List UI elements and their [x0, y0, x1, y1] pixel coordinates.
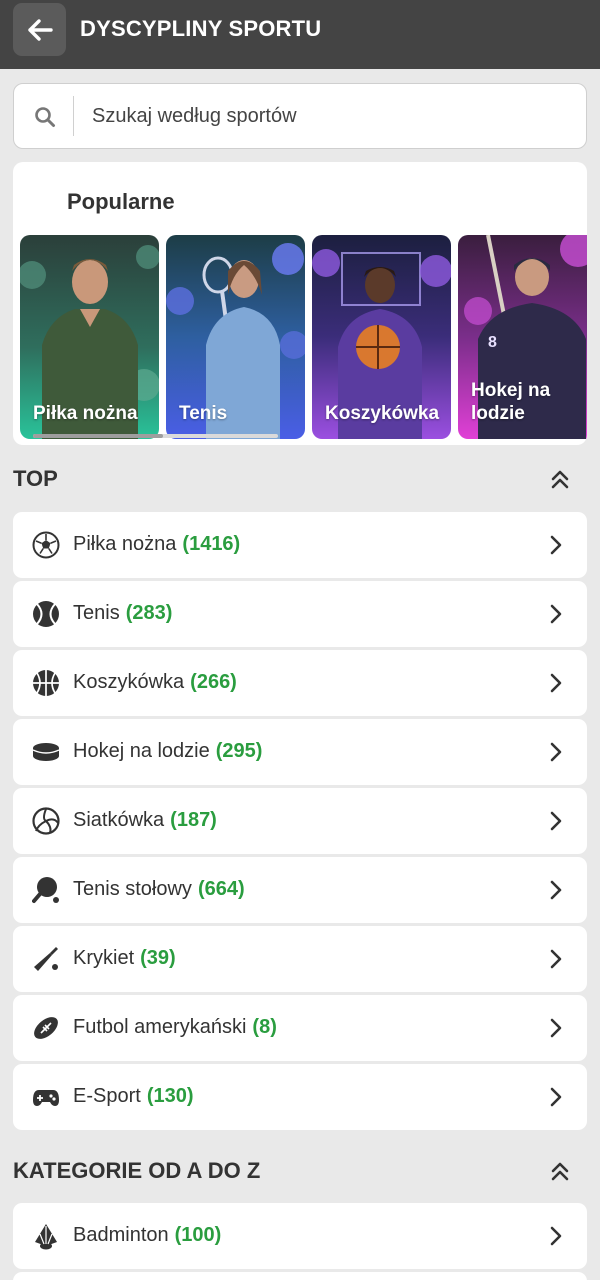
- popular-card-basketball[interactable]: Koszykówka: [312, 235, 451, 439]
- sport-count: (100): [174, 1224, 222, 1246]
- chevron-right-icon: [550, 1226, 562, 1246]
- page-title: DYSCYPLINY SPORTU: [80, 16, 322, 41]
- sport-row-esport[interactable]: E-Sport (130): [13, 1064, 587, 1130]
- top-bar: DYSCYPLINY SPORTU: [0, 0, 600, 69]
- chevron-right-icon: [550, 1018, 562, 1038]
- chevron-right-icon: [550, 742, 562, 762]
- sport-count: (266): [190, 671, 237, 693]
- sport-name: Koszykówka: [73, 671, 185, 693]
- chevron-right-icon: [550, 535, 562, 555]
- sport-count: (295): [215, 740, 263, 762]
- chevron-right-icon: [550, 1087, 562, 1107]
- sport-name: Siatkówka: [73, 809, 165, 831]
- sport-name: Futbol amerykański: [73, 1016, 247, 1038]
- american-football-icon: [34, 1017, 58, 1039]
- sport-count: (8): [252, 1016, 277, 1038]
- sport-row-table-tennis[interactable]: Tenis stołowy (664): [13, 857, 587, 923]
- sport-name: Badminton: [73, 1224, 169, 1246]
- sport-count: (283): [125, 602, 173, 624]
- basketball-icon: [33, 670, 59, 696]
- chevron-right-icon: [550, 673, 562, 693]
- back-button[interactable]: [13, 3, 66, 56]
- sport-name: Tenis stołowy: [73, 878, 192, 900]
- volleyball-icon: [32, 807, 60, 835]
- sport-count: (130): [146, 1085, 194, 1107]
- tennis-ball-icon: [33, 601, 59, 627]
- sport-name: E-Sport: [73, 1085, 141, 1107]
- popular-card-label: Koszykówka: [325, 403, 440, 424]
- chevron-right-icon: [550, 811, 562, 831]
- sport-name: Tenis: [73, 602, 120, 624]
- sport-row-cricket[interactable]: Krykiet (39): [13, 926, 587, 992]
- gamepad-icon: [33, 1090, 59, 1106]
- sport-row-football[interactable]: Piłka nożna (1416): [13, 512, 587, 578]
- collapse-top-button[interactable]: [547, 466, 573, 492]
- sport-count: (187): [170, 809, 217, 831]
- collapse-az-button[interactable]: [547, 1158, 573, 1184]
- sport-row-volleyball[interactable]: Siatkówka (187): [13, 788, 587, 854]
- top-section-title: TOP: [13, 466, 58, 491]
- sport-count: (1416): [182, 533, 241, 555]
- search-icon: [35, 107, 55, 127]
- top-section-header: TOP: [13, 458, 587, 498]
- az-section-header: KATEGORIE OD A DO Z: [13, 1150, 587, 1190]
- popular-title: Popularne: [67, 189, 175, 214]
- shuttlecock-icon: [35, 1224, 57, 1250]
- chevron-right-icon: [550, 880, 562, 900]
- cricket-bat-icon: [34, 947, 58, 971]
- chevron-right-icon: [550, 604, 562, 624]
- chevron-right-icon: [550, 949, 562, 969]
- sport-count: (664): [197, 878, 245, 900]
- hockey-puck-icon: [32, 743, 60, 761]
- search-box[interactable]: [13, 83, 587, 149]
- popular-card-football[interactable]: Piłka nożna: [20, 235, 159, 439]
- carousel-scroll-thumb[interactable]: [33, 434, 163, 438]
- popular-card-tennis[interactable]: Tenis: [166, 235, 305, 439]
- popular-carousel[interactable]: Piłka nożna Tenis Koszykówka 8 Hokej na …: [20, 235, 587, 440]
- popular-section: Popularne Piłka nożna Tenis Koszykówka 8…: [13, 162, 587, 445]
- svg-text:8: 8: [488, 334, 497, 351]
- sport-count: (39): [140, 947, 176, 969]
- search-input[interactable]: [92, 98, 562, 134]
- popular-card-label: Hokej na lodzie: [471, 380, 551, 424]
- double-chevron-up-icon: [551, 1162, 569, 1181]
- sport-row-basketball[interactable]: Koszykówka (266): [13, 650, 587, 716]
- sport-name: Hokej na lodzie: [73, 740, 210, 762]
- sport-name: Piłka nożna: [73, 533, 177, 555]
- az-section-title: KATEGORIE OD A DO Z: [13, 1158, 261, 1183]
- popular-card-hockey[interactable]: 8 Hokej na lodzie: [458, 235, 587, 439]
- arrow-left-icon: [27, 18, 53, 41]
- sport-row-badminton[interactable]: Badminton (100): [13, 1203, 587, 1269]
- soccer-ball-icon: [32, 531, 60, 559]
- sport-row-tennis[interactable]: Tenis (283): [13, 581, 587, 647]
- carousel-scrollbar[interactable]: [33, 434, 278, 438]
- sport-row-next-partial[interactable]: [13, 1272, 587, 1280]
- sport-row-american-football[interactable]: Futbol amerykański (8): [13, 995, 587, 1061]
- popular-card-label: Tenis: [179, 403, 228, 424]
- sport-name: Krykiet: [73, 947, 135, 969]
- sport-row-hockey[interactable]: Hokej na lodzie (295): [13, 719, 587, 785]
- popular-card-label: Piłka nożna: [33, 403, 138, 424]
- double-chevron-up-icon: [551, 470, 569, 489]
- ping-pong-icon: [32, 877, 59, 903]
- search-divider: [73, 96, 74, 136]
